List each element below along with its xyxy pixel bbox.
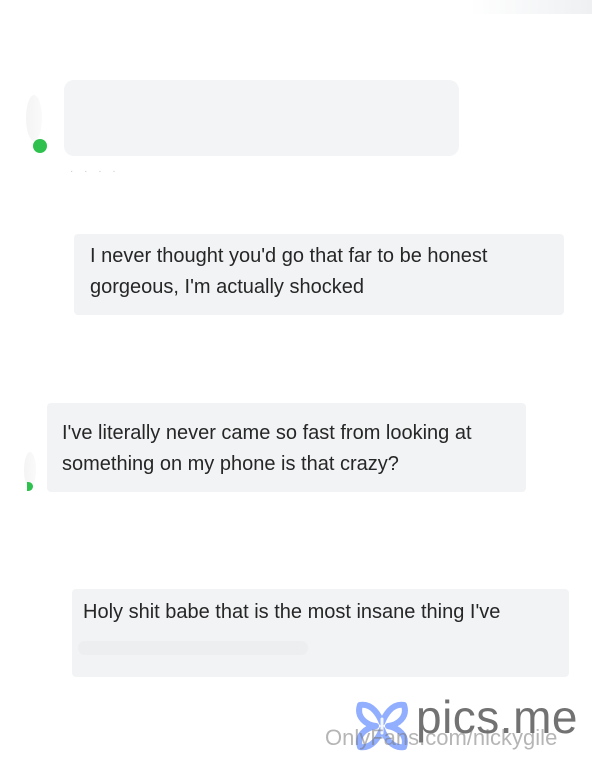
- online-status-dot: [27, 482, 33, 491]
- faded-text-line: [78, 641, 308, 655]
- message-bubble[interactable]: I never thought you'd go that far to be …: [74, 234, 564, 315]
- message-bubble[interactable]: Holy shit babe that is the most insane t…: [72, 589, 569, 677]
- message-bubble[interactable]: I've literally never came so fast from l…: [47, 403, 526, 492]
- message-bubble-redacted[interactable]: [64, 80, 459, 156]
- message-text: Holy shit babe that is the most insane t…: [83, 601, 501, 623]
- message-text: I've literally never came so fast from l…: [62, 422, 472, 475]
- online-status-dot: [33, 139, 47, 153]
- watermark-url: OnlyFans.com/nickygile: [325, 725, 558, 750]
- top-status-blur: [470, 0, 592, 14]
- message-timestamp: · · · ·: [70, 166, 120, 177]
- message-text: I never thought you'd go that far to be …: [90, 245, 488, 298]
- sender-avatar[interactable]: [26, 95, 42, 141]
